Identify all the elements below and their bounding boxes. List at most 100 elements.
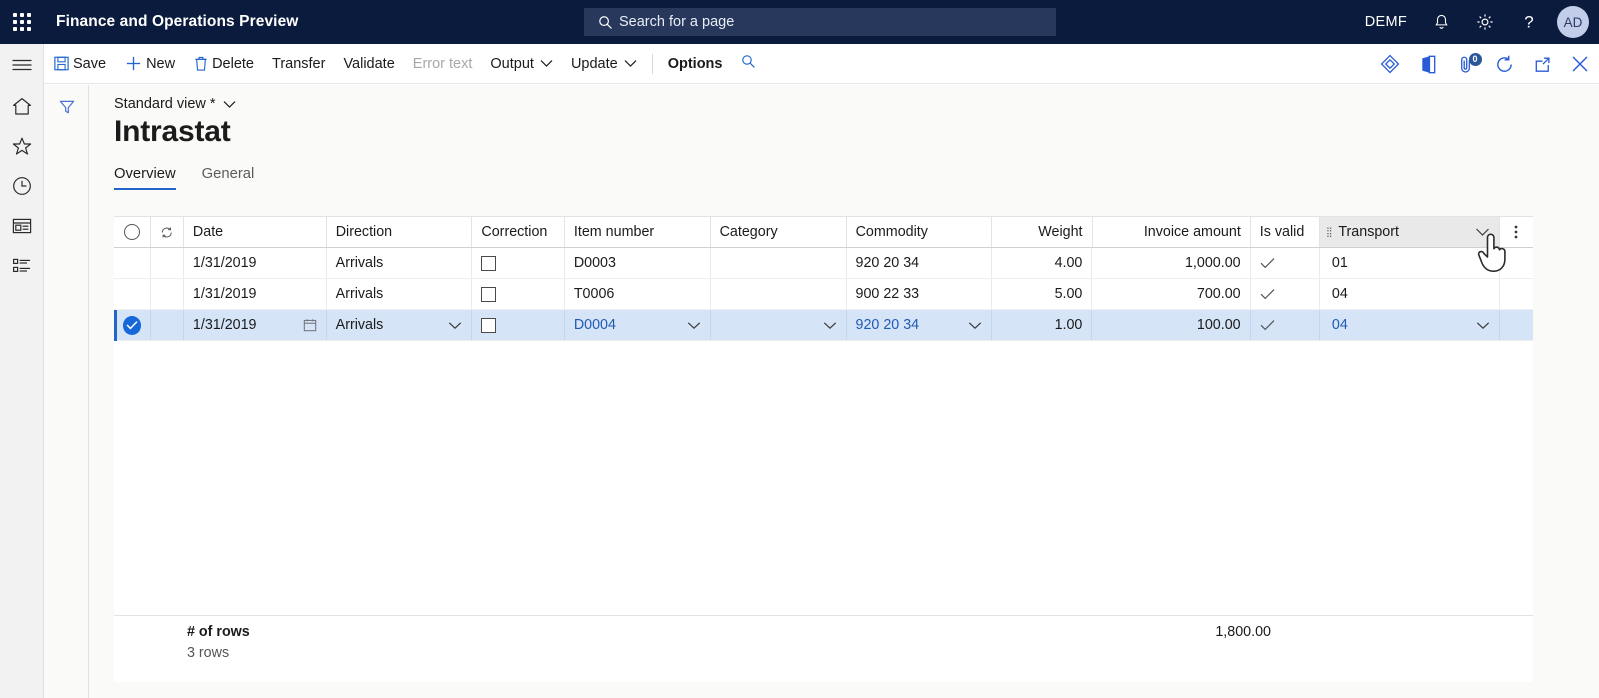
output-menu-button[interactable]: Output xyxy=(481,44,562,84)
column-header-correction[interactable]: Correction xyxy=(472,217,565,247)
cell-item-number[interactable]: D0004 xyxy=(565,310,711,340)
transfer-button[interactable]: Transfer xyxy=(263,44,334,84)
cell-direction[interactable]: Arrivals xyxy=(327,248,473,278)
column-drag-handle-icon[interactable]: ⁞⁞ xyxy=(1326,225,1332,240)
column-header-invoice-amount[interactable]: Invoice amount xyxy=(1093,217,1251,247)
cell-transport[interactable]: 04 xyxy=(1320,279,1500,309)
cell-correction[interactable] xyxy=(472,279,565,309)
attachments-button[interactable]: 0 xyxy=(1447,44,1485,84)
table-row[interactable]: 1/31/2019 Arrivals T0006 900 22 33 5.00 … xyxy=(114,279,1533,310)
column-header-commodity[interactable]: Commodity xyxy=(847,217,993,247)
avatar[interactable]: AD xyxy=(1557,6,1589,38)
invoice-amount-total: 1,800.00 xyxy=(1215,624,1271,640)
column-header-item-number[interactable]: Item number xyxy=(565,217,711,247)
table-row[interactable]: 1/31/2019 Arrivals D0004 920 20 34 1.00 … xyxy=(114,310,1533,341)
cell-is-valid[interactable] xyxy=(1251,310,1320,340)
office-open-button[interactable] xyxy=(1409,44,1447,84)
cell-commodity[interactable]: 920 20 34 xyxy=(847,310,993,340)
correction-checkbox[interactable] xyxy=(481,255,497,271)
delete-button[interactable]: Delete xyxy=(184,44,263,84)
notifications-button[interactable] xyxy=(1419,0,1463,44)
grid-overflow-menu-button[interactable] xyxy=(1500,217,1533,247)
new-button[interactable]: New xyxy=(115,44,184,84)
options-button[interactable]: Options xyxy=(659,44,732,84)
chevron-down-icon[interactable] xyxy=(1476,321,1490,330)
grid-search-button[interactable] xyxy=(731,44,766,84)
cell-item-number[interactable]: T0006 xyxy=(565,279,711,309)
cell-category[interactable] xyxy=(711,248,847,278)
select-all-column-header[interactable] xyxy=(114,217,152,247)
new-label: New xyxy=(146,55,176,72)
global-search-box[interactable]: Search for a page xyxy=(584,8,1056,36)
chevron-down-icon[interactable] xyxy=(968,321,982,330)
waffle-menu-button[interactable] xyxy=(0,0,44,44)
cell-is-valid[interactable] xyxy=(1251,279,1320,309)
cell-category[interactable] xyxy=(711,279,847,309)
sidebar-item-workspaces[interactable] xyxy=(0,206,44,246)
cell-commodity[interactable]: 920 20 34 xyxy=(847,248,993,278)
tab-overview[interactable]: Overview xyxy=(114,166,176,190)
correction-checkbox[interactable] xyxy=(481,286,497,302)
gear-icon xyxy=(1477,14,1493,30)
cell-item-number-value: D0004 xyxy=(573,317,616,333)
cell-weight[interactable]: 1.00 xyxy=(992,310,1093,340)
column-header-weight[interactable]: Weight xyxy=(992,217,1093,247)
sidebar-item-hamburger-menu[interactable] xyxy=(0,44,44,86)
row-select-cell[interactable] xyxy=(114,310,152,340)
share-button[interactable] xyxy=(1371,44,1409,84)
refresh-button[interactable] xyxy=(1485,44,1523,84)
cell-category[interactable] xyxy=(711,310,847,340)
cell-invoice-amount[interactable]: 1,000.00 xyxy=(1092,248,1251,278)
filter-button[interactable] xyxy=(44,87,89,127)
cell-direction[interactable]: Arrivals xyxy=(327,279,473,309)
sidebar-item-home[interactable] xyxy=(0,86,44,126)
update-menu-button[interactable]: Update xyxy=(562,44,646,84)
chevron-down-icon xyxy=(223,100,236,109)
cell-date[interactable]: 1/31/2019 xyxy=(184,279,327,309)
cell-is-valid[interactable] xyxy=(1251,248,1320,278)
cell-date[interactable]: 1/31/2019 xyxy=(184,248,327,278)
close-button[interactable] xyxy=(1561,44,1599,84)
column-header-is-valid[interactable]: Is valid xyxy=(1251,217,1321,247)
column-header-date[interactable]: Date xyxy=(184,217,327,247)
cell-invoice-amount[interactable]: 700.00 xyxy=(1092,279,1251,309)
row-status-cell xyxy=(151,248,184,278)
chevron-down-icon[interactable] xyxy=(1475,227,1490,237)
cell-invoice-amount[interactable]: 100.00 xyxy=(1092,310,1251,340)
sidebar-item-recent[interactable] xyxy=(0,166,44,206)
cell-transport[interactable]: 04 xyxy=(1320,310,1500,340)
row-select-cell[interactable] xyxy=(114,279,152,309)
company-selector[interactable]: DEMF xyxy=(1353,0,1419,44)
popout-button[interactable] xyxy=(1523,44,1561,84)
sidebar-item-favorites[interactable] xyxy=(0,126,44,166)
tab-general[interactable]: General xyxy=(202,166,255,190)
table-row[interactable]: 1/31/2019 Arrivals D0003 920 20 34 4.00 … xyxy=(114,248,1533,279)
column-header-transport[interactable]: ⁞⁞ Transport xyxy=(1320,217,1500,247)
cell-weight[interactable]: 5.00 xyxy=(992,279,1093,309)
save-button[interactable]: Save xyxy=(44,44,115,84)
cell-correction[interactable] xyxy=(472,310,565,340)
calendar-picker-icon[interactable] xyxy=(303,318,317,332)
settings-button[interactable] xyxy=(1463,0,1507,44)
validate-button[interactable]: Validate xyxy=(334,44,403,84)
column-header-category[interactable]: Category xyxy=(711,217,847,247)
row-select-cell[interactable] xyxy=(114,248,152,278)
refresh-column-header[interactable] xyxy=(151,217,184,247)
chevron-down-icon[interactable] xyxy=(687,321,701,330)
sidebar-item-modules[interactable] xyxy=(0,246,44,286)
cell-commodity[interactable]: 900 22 33 xyxy=(847,279,993,309)
column-header-direction[interactable]: Direction xyxy=(327,217,473,247)
view-selector[interactable]: Standard view * xyxy=(114,96,236,112)
cell-item-number[interactable]: D0003 xyxy=(565,248,711,278)
attachments-badge-count: 0 xyxy=(1468,52,1482,66)
cell-correction[interactable] xyxy=(472,248,565,278)
correction-checkbox[interactable] xyxy=(481,317,497,333)
help-button[interactable]: ? xyxy=(1507,0,1551,44)
cell-direction[interactable]: Arrivals xyxy=(327,310,473,340)
chevron-down-icon[interactable] xyxy=(448,321,462,330)
cell-date[interactable]: 1/31/2019 xyxy=(184,310,327,340)
chevron-down-icon[interactable] xyxy=(823,321,837,330)
cell-transport[interactable]: 01 xyxy=(1320,248,1500,278)
grid-header-row: Date Direction Correction Item number Ca… xyxy=(114,217,1533,248)
cell-weight[interactable]: 4.00 xyxy=(992,248,1093,278)
